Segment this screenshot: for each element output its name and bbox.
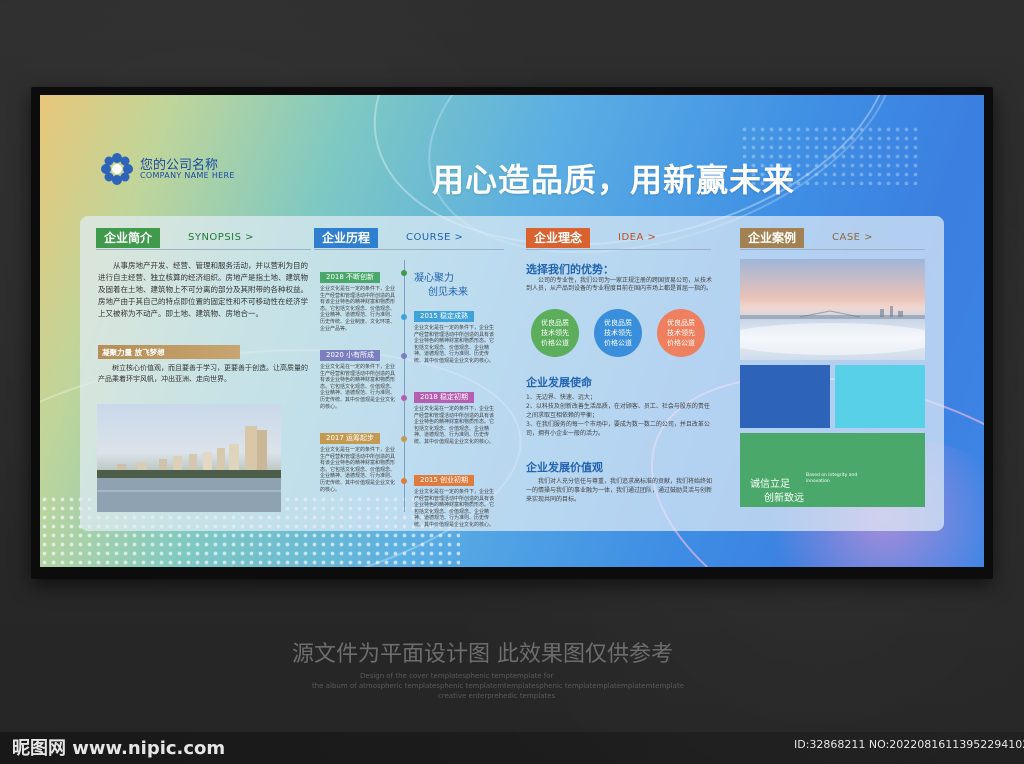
divider <box>314 249 504 250</box>
course-tag: 企业历程 <box>314 228 379 248</box>
idea-values-text: 我们对人充分信任与尊重，我们追求高标准的贡献，我们将始终如一的情操与我们的事业融… <box>526 478 713 503</box>
idea-heading-advantage: 选择我们的优势： <box>526 263 614 276</box>
advantage-circle: 优良品质 技术领先 价格公道 <box>594 309 642 357</box>
timeline-text: 企业文化是在一定的条件下，企业生产经营和管理活动中所创造的具有该企业特色的精神财… <box>414 406 495 445</box>
timeline-text: 企业文化是在一定的条件下，企业生产经营和管理活动中所创造的具有该企业特色的精神财… <box>320 364 396 410</box>
case-tag: 企业案例 <box>740 228 805 248</box>
city-skyline-image <box>97 426 281 512</box>
idea-tag: 企业理念 <box>526 228 591 248</box>
advantage-circle: 优良品质 技术领先 价格公道 <box>531 309 579 357</box>
timeline-dot <box>401 353 407 359</box>
divider <box>740 249 925 250</box>
timeline-dot <box>401 314 407 320</box>
timeline-text: 企业文化是在一定的条件下，企业生产经营和管理活动中所创造的具有该企业特色的精神财… <box>320 447 396 493</box>
idea-sub: IDEA > <box>618 232 657 243</box>
timeline-text: 企业文化是在一定的条件下，企业生产经营和管理活动中所创造的具有该企业特色的精神财… <box>414 489 495 528</box>
divider <box>526 249 711 250</box>
synopsis-tag: 企业简介 <box>96 228 161 248</box>
timeline-text: 企业文化是在一定的条件下，企业生产经营和管理活动中所创造的具有该企业特色的精神财… <box>320 286 396 332</box>
idea-heading-values: 企业发展价值观 <box>526 461 603 474</box>
timeline-dot <box>401 270 407 276</box>
timeline-dot <box>401 478 407 484</box>
timeline-dot <box>401 395 407 401</box>
idea-mission-text: 1、无边界、快速、远大； 2、以科技及创新改善生活品质，在对顾客、员工、社会与股… <box>526 394 710 437</box>
synopsis-body: 从事房地产开发、经营、管理和服务活动，并以营利为目的进行自主经营、独立核算的经济… <box>98 261 308 318</box>
company-name-en: COMPANY NAME HERE <box>140 171 235 180</box>
course-headline-2: 创见未来 <box>428 287 468 298</box>
timeline-dot <box>401 436 407 442</box>
display-board: 您的公司名称 COMPANY NAME HERE 用心造品质，用新赢未来 企业简… <box>40 95 984 567</box>
case-motto-1: 诚信立足 <box>750 479 790 490</box>
synopsis-banner-text: 凝聚力量 放飞梦想 <box>102 348 165 357</box>
timeline-year: 2020 小有所成 <box>320 350 381 361</box>
advantage-circle-text: 优良品质 技术领先 价格公道 <box>541 319 569 347</box>
case-header: 企业案例 CASE > <box>740 228 930 250</box>
idea-header: 企业理念 IDEA > <box>526 228 726 250</box>
divider <box>96 249 311 250</box>
city-photo <box>97 404 281 512</box>
timeline-year: 2018 不断创新 <box>320 272 381 283</box>
timeline-text: 企业文化是在一定的条件下，企业生产经营和管理活动中所创造的具有该企业特色的精神财… <box>414 325 495 364</box>
course-header: 企业历程 COURSE > <box>314 228 514 250</box>
advantage-circle-text: 优良品质 技术领先 价格公道 <box>604 319 632 347</box>
advantage-circle-text: 优良品质 技术领先 价格公道 <box>667 319 695 347</box>
synopsis-banner: 凝聚力量 放飞梦想 <box>98 345 240 359</box>
course-headline-1: 凝心聚力 <box>414 273 454 284</box>
timeline-year: 2017 运筹起步 <box>320 433 381 444</box>
bridge-landscape-image <box>740 306 925 355</box>
slogan-title: 用心造品质，用新赢未来 <box>432 161 796 199</box>
synopsis-sub: SYNOPSIS > <box>188 232 255 243</box>
case-tile-green: 诚信立足 创新致远 Based on integrity and innovat… <box>740 433 925 507</box>
timeline-year: 2015 稳定成熟 <box>414 311 475 322</box>
case-motto-en: Based on integrity and innovation <box>806 473 858 484</box>
timeline-year: 2015 创业初期 <box>414 475 475 486</box>
disclaimer-text: 源文件为平面设计图 此效果图仅供参考 <box>292 642 673 667</box>
idea-heading-mission: 企业发展使命 <box>526 376 592 389</box>
case-sub: CASE > <box>832 232 874 243</box>
synopsis-header: 企业简介 SYNOPSIS > <box>96 228 316 250</box>
case-tile-cyan <box>835 365 925 428</box>
timeline-axis <box>404 260 405 512</box>
watermark-id: ID:32868211 NO:20220816113952294102 <box>794 738 1024 751</box>
advantage-circle: 优良品质 技术领先 价格公道 <box>657 309 705 357</box>
case-motto-2: 创新致远 <box>764 493 804 504</box>
timeline-year: 2018 稳定初期 <box>414 392 475 403</box>
idea-advantage-text: 公司的专业性，我们公司为一家正规注册的跨国贸易公司，从技术到人员，从产品到设备的… <box>526 277 713 292</box>
case-tile-blue <box>740 365 830 428</box>
case-photo-bridge <box>740 259 925 360</box>
disclaimer-en-3: creative enterprehedic templates <box>438 692 556 700</box>
course-sub: COURSE > <box>406 232 464 243</box>
watermark-site: 昵图网 www.nipic.com <box>12 738 226 759</box>
synopsis-body2: 树立核心价值观，而且要善于学习，更要善于创造。让高质量的产品乘着环宇风帆，冲出亚… <box>98 364 308 383</box>
disclaimer-en-1: Design of the cover templatesphenic temp… <box>360 672 554 680</box>
disclaimer-en-2: the album of atmospheric templatesphenic… <box>312 682 685 690</box>
flower-logo-icon <box>101 153 133 185</box>
